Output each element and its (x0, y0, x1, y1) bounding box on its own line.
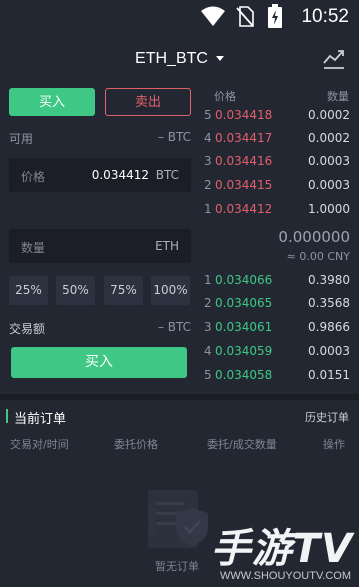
clock: 10:52 (301, 6, 349, 27)
ask-row[interactable]: 2 0.034415 0.0003 (204, 174, 350, 197)
bid-price: 0.034059 (215, 344, 273, 358)
bid-price: 0.034066 (215, 273, 273, 287)
price-placeholder: 价格 (21, 170, 46, 184)
pair-selector[interactable]: ETH_BTC (0, 50, 359, 68)
orderbook-qty-header: 数量 (327, 90, 349, 103)
bid-qty: 0.9866 (308, 320, 350, 334)
column-header-price: 委托价格 (114, 438, 158, 451)
bid-row[interactable]: 4 0.034059 0.0003 (204, 340, 350, 363)
ask-index: 4 (204, 131, 212, 145)
available-value: – BTC (157, 130, 191, 144)
ask-row[interactable]: 1 0.034412 1.0000 (204, 198, 350, 221)
ask-qty: 1.0000 (308, 202, 350, 216)
last-price-cny: ≈ 0.00 CNY (286, 250, 350, 263)
buy-button[interactable]: 买入 (11, 347, 187, 378)
ask-row[interactable]: 5 0.034418 0.0002 (204, 104, 350, 127)
ask-index: 1 (204, 202, 212, 216)
bid-qty: 0.3980 (308, 273, 350, 287)
ask-row[interactable]: 4 0.034417 0.0002 (204, 127, 350, 150)
ask-price: 0.034418 (215, 108, 273, 122)
no-sim-icon (236, 6, 254, 27)
bid-qty: 0.0003 (308, 344, 350, 358)
wifi-icon (201, 6, 225, 26)
current-orders-title: 当前订单 (14, 412, 67, 427)
price-unit: BTC (155, 168, 179, 182)
ask-row[interactable]: 3 0.034416 0.0003 (204, 150, 350, 173)
watermark-logo: 手游TV (210, 526, 353, 572)
ask-qty: 0.0003 (308, 178, 350, 192)
amount-placeholder: 数量 (21, 241, 46, 255)
bid-price: 0.034065 (215, 296, 273, 310)
ask-qty: 0.0002 (308, 131, 350, 145)
ask-qty: 0.0002 (308, 108, 350, 122)
bid-row[interactable]: 3 0.034061 0.9866 (204, 316, 350, 339)
bid-price: 0.034058 (215, 368, 273, 382)
amount-unit: ETH (155, 239, 179, 253)
bid-index: 1 (204, 273, 212, 287)
orderbook-price-header: 价格 (214, 90, 236, 103)
ask-price: 0.034416 (215, 154, 273, 168)
bid-qty: 0.0151 (308, 368, 350, 382)
amount-input[interactable]: 数量 ETH (9, 229, 191, 263)
current-orders-panel: 当前订单 历史订单 交易对/时间 委托价格 委托/成交数量 操作 暂无订单 手游… (0, 400, 359, 587)
tab-buy[interactable]: 买入 (9, 88, 95, 116)
ask-price: 0.034412 (215, 202, 273, 216)
ask-index: 2 (204, 178, 212, 192)
column-header-pair-time: 交易对/时间 (10, 438, 69, 451)
ask-index: 3 (204, 154, 212, 168)
bid-index: 5 (204, 368, 212, 382)
bid-index: 2 (204, 296, 212, 310)
price-input[interactable]: 价格 0.034412 BTC (9, 158, 191, 192)
empty-orders-illustration (148, 490, 208, 548)
percent-100-button[interactable]: 100% (151, 276, 190, 305)
chart-icon[interactable] (323, 48, 345, 70)
bid-price: 0.034061 (215, 320, 273, 334)
caret-down-icon (215, 56, 224, 62)
percent-75-button[interactable]: 75% (104, 276, 143, 305)
tab-sell[interactable]: 卖出 (105, 88, 191, 116)
column-header-amount: 委托/成交数量 (207, 438, 277, 451)
ask-qty: 0.0003 (308, 154, 350, 168)
pair-label: ETH_BTC (135, 50, 208, 67)
header: ETH_BTC (0, 34, 359, 88)
bid-row[interactable]: 2 0.034065 0.3568 (204, 292, 350, 315)
price-value: 0.034412 (91, 168, 149, 182)
percent-50-button[interactable]: 50% (56, 276, 95, 305)
section-accent-bar (6, 409, 8, 423)
watermark-url: WWW.SHOUYOUTV.COM (220, 570, 351, 582)
history-orders-link[interactable]: 历史订单 (305, 409, 349, 425)
column-header-action: 操作 (323, 438, 345, 451)
bid-index: 4 (204, 344, 212, 358)
status-bar: 10:52 (0, 0, 359, 34)
available-label: 可用 (9, 132, 34, 146)
ask-index: 5 (204, 108, 212, 122)
bid-index: 3 (204, 320, 212, 334)
bid-row[interactable]: 1 0.034066 0.3980 (204, 269, 350, 292)
bid-row[interactable]: 5 0.034058 0.0151 (204, 364, 350, 387)
last-price: 0.000000 (278, 228, 350, 246)
empty-orders-text: 暂无订单 (155, 560, 199, 573)
ask-price: 0.034417 (215, 131, 273, 145)
turnover-value: – BTC (157, 320, 191, 334)
percent-25-button[interactable]: 25% (9, 276, 48, 305)
ask-price: 0.034415 (215, 178, 273, 192)
turnover-label: 交易额 (9, 322, 46, 336)
battery-charging-icon (268, 4, 282, 28)
bid-qty: 0.3568 (308, 296, 350, 310)
